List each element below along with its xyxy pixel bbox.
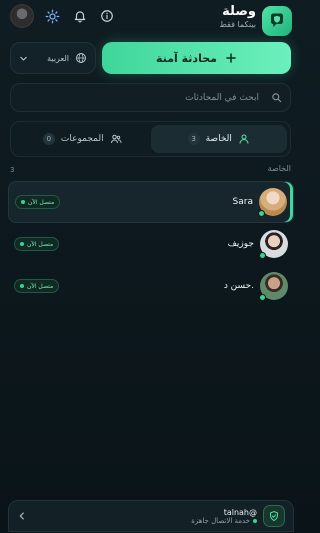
contact-name: جوزيف: [227, 239, 254, 249]
online-dot: [21, 200, 25, 204]
tab-groups-label: المجموعات: [60, 134, 104, 144]
notifications-button[interactable]: [71, 7, 89, 25]
plus-icon: [226, 53, 236, 63]
search-input[interactable]: [19, 92, 259, 103]
chat-row[interactable]: متصل الآن Sara: [8, 181, 294, 223]
contact-avatar: [258, 188, 287, 217]
contact-avatar: [259, 272, 288, 301]
new-chat-label: محادثة آمنة: [156, 51, 217, 65]
chat-shield-icon: [271, 13, 283, 27]
connection-footer: talnah@ خدمة الاتصال جاهزة: [8, 500, 294, 532]
sun-icon: [45, 9, 59, 23]
status-text: متصل الآن: [28, 198, 55, 206]
info-icon: [101, 10, 113, 22]
tab-private-label: الخاصة: [205, 134, 232, 144]
section-title: الخاصة: [267, 164, 291, 173]
app-title: وصلة: [222, 4, 256, 19]
new-secure-chat-button[interactable]: محادثة آمنة: [102, 42, 291, 74]
online-status-badge: متصل الآن: [14, 279, 60, 293]
online-dot: [20, 284, 24, 288]
online-status-badge: متصل الآن: [14, 237, 60, 251]
chat-row[interactable]: متصل الآن حسن د.: [8, 265, 294, 307]
online-indicator: [259, 252, 266, 259]
online-dot: [20, 242, 24, 246]
groups-count-badge: 0: [42, 133, 55, 145]
search-bar[interactable]: [10, 83, 291, 112]
connection-dot: [253, 518, 257, 523]
section-count: 3: [10, 166, 15, 174]
app-logo: [262, 6, 292, 36]
language-select[interactable]: العربية: [10, 42, 96, 74]
app-subtitle: بينكما فقط: [219, 20, 256, 29]
tab-groups[interactable]: 0 المجموعات: [14, 125, 151, 153]
info-button[interactable]: [98, 7, 116, 25]
chevron-left-icon[interactable]: [17, 511, 27, 521]
user-icon: [239, 134, 249, 144]
search-icon: [272, 93, 282, 103]
online-status-badge: متصل الآن: [15, 195, 61, 209]
language-label: العربية: [47, 53, 69, 63]
tab-private[interactable]: 3 الخاصة: [150, 125, 287, 153]
contact-name: Sara: [232, 197, 253, 207]
chat-row[interactable]: متصل الآن جوزيف: [8, 223, 294, 265]
contact-avatar: [259, 230, 288, 259]
online-indicator: [259, 294, 266, 301]
theme-toggle-button[interactable]: [43, 7, 61, 25]
contact-name: حسن د.: [223, 281, 254, 291]
profile-avatar[interactable]: [10, 4, 34, 28]
bell-icon: [74, 11, 86, 23]
status-text: متصل الآن: [27, 240, 54, 248]
users-icon: [110, 134, 122, 144]
shield-check-icon: [270, 510, 278, 522]
username: talnah@: [223, 507, 257, 517]
chat-type-tabs: 0 المجموعات 3 الخاصة: [10, 121, 291, 157]
connection-status: خدمة الاتصال جاهزة: [191, 516, 250, 525]
online-indicator: [258, 210, 265, 217]
private-count-badge: 3: [187, 133, 200, 145]
globe-icon: [76, 53, 86, 63]
shield-badge: [263, 505, 285, 527]
chevron-down-icon: [20, 56, 27, 61]
status-text: متصل الآن: [27, 282, 54, 290]
